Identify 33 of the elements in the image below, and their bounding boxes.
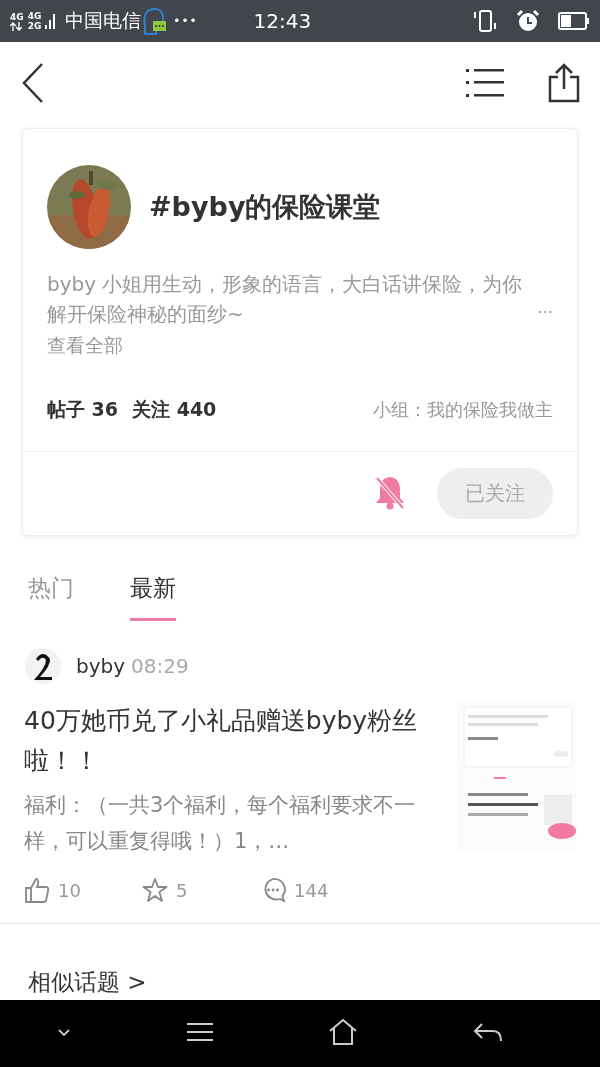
- author-name[interactable]: byby: [76, 654, 126, 678]
- signal-icon: [45, 11, 56, 31]
- follow-button[interactable]: 已关注: [437, 468, 553, 519]
- comment-count: 144: [294, 879, 329, 901]
- network-label: 2G: [27, 21, 42, 31]
- network-label: 4G: [10, 11, 24, 22]
- data-arrows-icon: [10, 21, 22, 31]
- headset-chat-icon: [141, 6, 168, 36]
- clock-time: 12:43: [253, 9, 312, 33]
- similar-topics-link[interactable]: 相似话题 >: [28, 967, 147, 998]
- view-all-link[interactable]: 查看全部: [47, 334, 123, 356]
- feed-tab[interactable]: 热门: [28, 572, 74, 621]
- like-count: 10: [58, 879, 81, 901]
- group-link[interactable]: 小组：我的保险我做主: [373, 398, 553, 422]
- more-notifications: •••: [173, 14, 198, 28]
- network-label: 4G: [27, 11, 42, 21]
- carrier-name: 中国电信: [65, 8, 142, 33]
- post-time: 08:29: [131, 654, 189, 678]
- vibrate-icon: [472, 9, 498, 33]
- more-dots[interactable]: …: [537, 293, 553, 323]
- follower-count: 关注 440: [132, 397, 217, 422]
- favorite-count: 5: [176, 879, 188, 901]
- post-excerpt: 福利：（一共3个福利，每个福利要求不一样，可以重复得哦！）1，…: [24, 792, 417, 855]
- topic-title: #byby的保险课堂: [149, 190, 381, 224]
- post-count: 帖子 36: [47, 397, 119, 422]
- post-title[interactable]: 40万她币兑了小礼品赠送byby粉丝啦！！: [24, 701, 419, 781]
- battery-icon: [558, 12, 590, 30]
- star-icon[interactable]: [142, 877, 168, 903]
- avatar-icon: [24, 647, 62, 685]
- topic-description: byby 小姐用生动，形象的语言，大白话讲保险，为你解开保险神秘的面纱~: [47, 272, 523, 326]
- thumbs-up-icon[interactable]: [24, 877, 50, 903]
- alarm-clock-icon: [516, 9, 540, 33]
- feed-tab[interactable]: 最新: [130, 572, 176, 621]
